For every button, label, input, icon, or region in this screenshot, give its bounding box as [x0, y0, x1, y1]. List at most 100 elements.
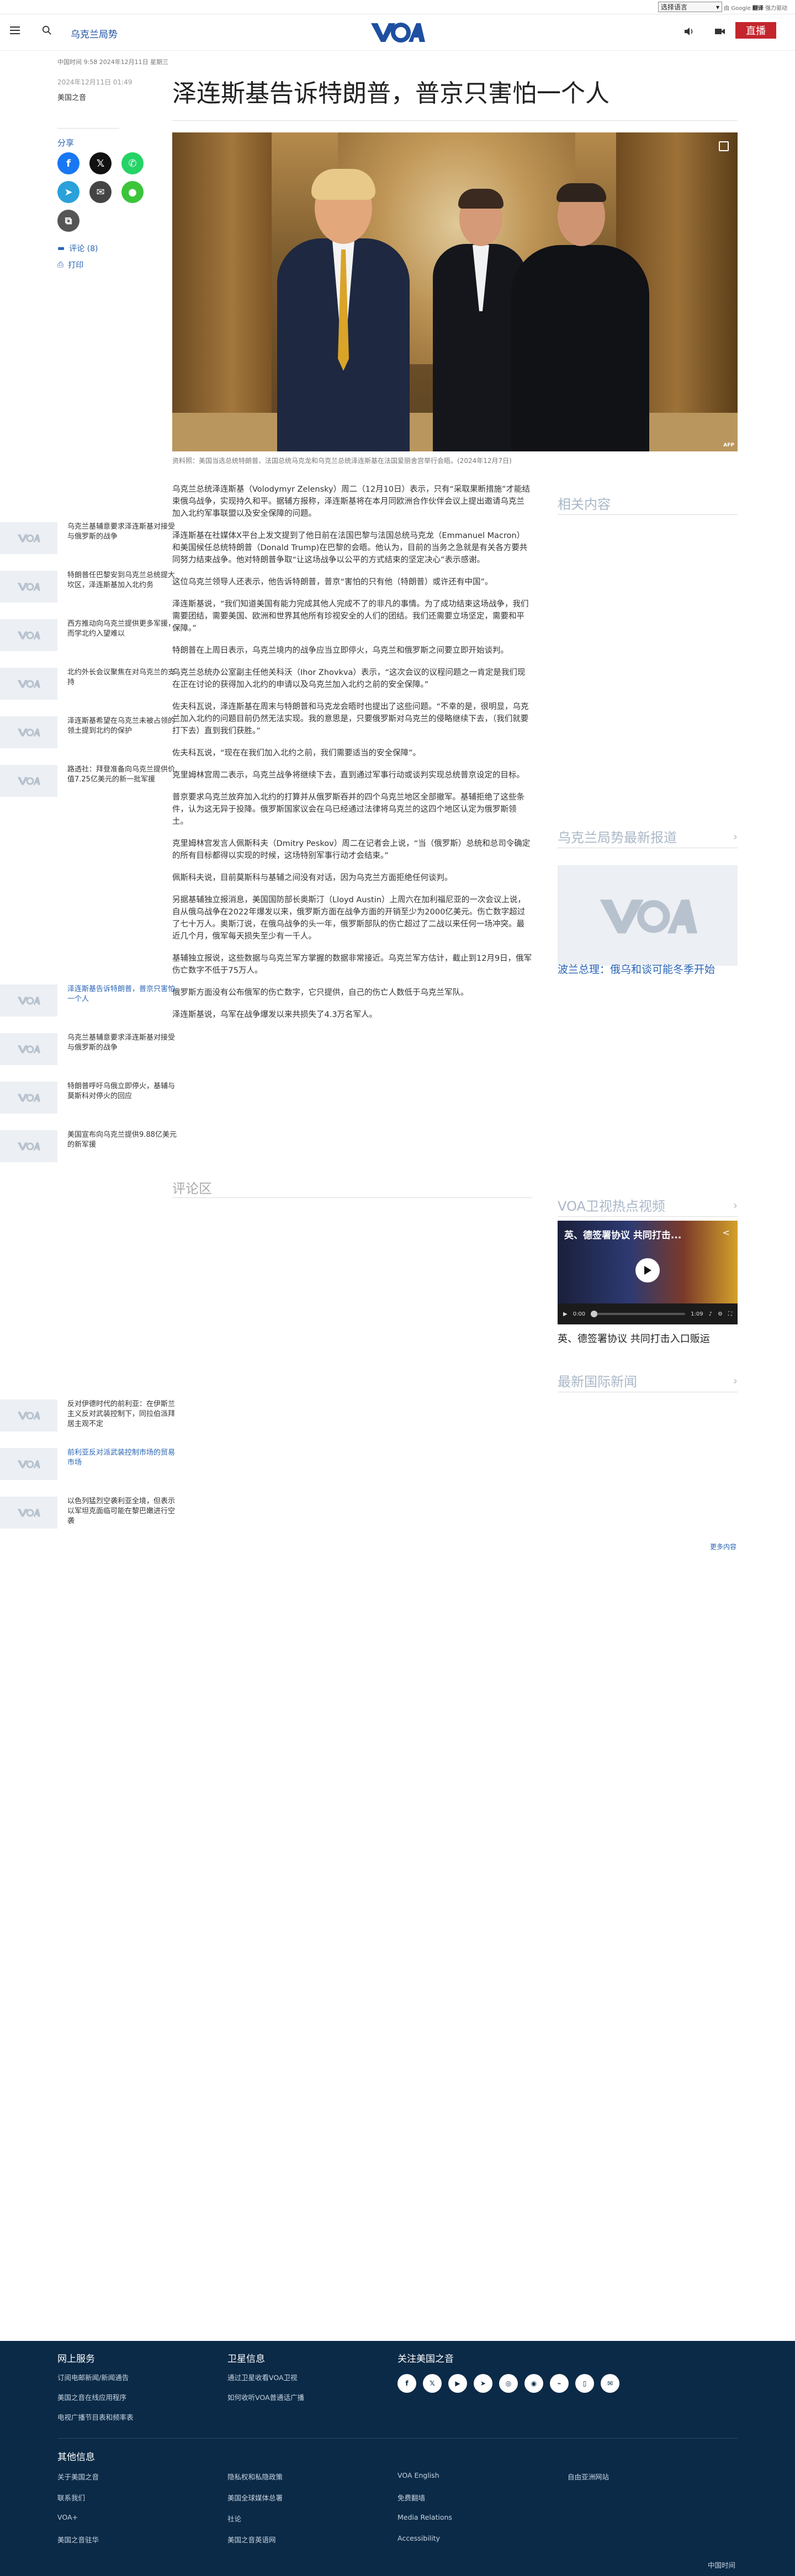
video-title[interactable]: 英、德签署协议 共同打击入口贩运 — [558, 1331, 738, 1345]
footer-link[interactable]: 如何收听VOA普通话广播 — [227, 2392, 304, 2402]
related-title: 相关内容 — [558, 497, 611, 512]
paragraph: 佐夫科瓦说，“现在在我们加入北约之前，我们需要适当的安全保障”。 — [172, 749, 421, 758]
line-share-icon[interactable]: ● — [121, 181, 144, 203]
paragraph: 乌克兰总统泽连斯基（Volodymyr Zelensky）周二（12月10日）表… — [172, 485, 531, 518]
footer-link[interactable]: Media Relations — [398, 2513, 452, 2521]
ukraine-item[interactable]: 乌克兰基辅意要求泽连斯基对接受与俄罗斯的战争 — [0, 1033, 180, 1065]
feature-thumb[interactable] — [558, 865, 738, 966]
footer-link[interactable]: 关于美国之音 — [57, 2471, 99, 2482]
print-icon: ⎙ — [57, 260, 64, 269]
expand-icon[interactable] — [719, 141, 729, 151]
footer-link[interactable]: VOA English — [398, 2471, 439, 2479]
fullscreen-icon[interactable]: ⛶ — [728, 1311, 732, 1317]
related-item[interactable]: 路透社：拜登准备向乌克兰提供价值7.25亿美元的新一批军援 — [0, 765, 180, 797]
copy-link-icon[interactable]: ⧉ — [57, 210, 80, 232]
instagram-icon[interactable]: ◎ — [499, 2374, 518, 2393]
telegram-share-icon[interactable]: ➤ — [57, 181, 80, 203]
footer-divider — [57, 2438, 738, 2439]
live-button[interactable]: 直播 — [735, 22, 776, 39]
paragraph: 佩斯科夫说，目前莫斯科与基辅之间没有对话，因为乌克兰方面拒绝任何谈判。 — [172, 874, 453, 882]
rail-divider — [558, 1216, 738, 1217]
mobile-icon[interactable]: ▯ — [575, 2374, 594, 2393]
footer-link[interactable]: 美国之音在线应用程序 — [57, 2392, 126, 2402]
ukraine-latest-title[interactable]: 乌克兰局势最新报道 › — [558, 827, 738, 846]
hero-image[interactable]: AFP — [172, 132, 738, 451]
paragraph: 泽连斯基说，“我们知道美国有能力完成其他人完成不了的非凡的事情。为了成功结束这场… — [172, 600, 529, 633]
footer-online-title: 网上服务 — [57, 2354, 95, 2365]
intl-item[interactable]: 反对伊德时代的前利亚：在伊斯兰主义反对武装控制下，同拉伯派拜居主观不定 — [0, 1399, 180, 1431]
rss-icon[interactable]: ⌁ — [550, 2374, 569, 2393]
facebook-share-icon[interactable]: f — [57, 152, 80, 174]
footer-link[interactable]: 通过卫星收看VOA卫视 — [227, 2372, 298, 2382]
footer-link[interactable]: 电视广播节目表和频率表 — [57, 2412, 134, 2422]
play-small-icon[interactable]: ▶ — [563, 1311, 568, 1317]
footer-link[interactable]: 订阅电邮新闻/新闻通告 — [57, 2372, 129, 2382]
x-icon[interactable]: 𝕏 — [423, 2374, 442, 2393]
curtain-left — [172, 132, 272, 451]
intl-item[interactable]: 前利亚反对派武装控制市场的贸易市场 — [0, 1448, 180, 1480]
paragraph: 俄罗斯方面没有公布俄军的伤亡数字，它只提供，自己的伤亡人数低于乌克兰军队。 — [172, 988, 469, 997]
translate-bar: 选择语言 ▾ 由 Google 翻译 强力驱动 — [0, 0, 795, 14]
footer-link[interactable]: 免费翻墙 — [398, 2492, 425, 2503]
chevron-right-icon: › — [733, 1374, 738, 1387]
footer-link[interactable]: 隐私权和私隐政策 — [227, 2471, 283, 2482]
video-section-title[interactable]: VOA卫视热点视频 › — [558, 1195, 738, 1215]
related-item[interactable]: 泽连斯基希望在乌克兰未被占领的领土提到北约的保护 — [0, 716, 180, 748]
share-label: 分享 — [57, 138, 75, 148]
video-player[interactable]: 英、德签署协议 共同打击... < ▶ 0:00 1:09 ♪ ⚙ ⛶ — [558, 1221, 738, 1324]
footer-link[interactable]: Accessibility — [398, 2534, 440, 2542]
footer-link[interactable]: 美国全球媒体总署 — [227, 2492, 283, 2503]
footer-follow-title: 关注美国之音 — [398, 2354, 454, 2365]
language-select[interactable]: 选择语言 ▾ — [658, 2, 722, 12]
more-link[interactable]: 更多内容 — [710, 1542, 736, 1551]
author-label[interactable]: 美国之音 — [57, 92, 86, 102]
video-progress[interactable] — [591, 1311, 686, 1317]
comment-link[interactable]: ▬ 评论 (8) — [57, 243, 98, 254]
footer-link[interactable]: VOA+ — [57, 2513, 78, 2521]
chevron-right-icon: › — [733, 829, 738, 843]
voa-thumb-icon — [0, 1033, 57, 1065]
x-share-icon[interactable]: 𝕏 — [89, 152, 112, 174]
related-item[interactable]: 特朗普任巴黎安到乌克兰总统提大坎区，泽连斯基加入北约务 — [0, 571, 180, 603]
footer-link[interactable]: 自由亚洲网站 — [568, 2471, 609, 2482]
intl-item[interactable]: 以色列猛烈空袭利亚全境，但表示以军坦克面临可能在黎巴嫩进行空袭 — [0, 1497, 180, 1529]
ukraine-item[interactable]: 美国宣布向乌克兰提供9.88亿美元的新军援 — [0, 1130, 180, 1162]
paragraph: 基辅独立报说，这些数据与乌克兰军方掌握的数据非常接近。乌克兰军方估计，截止到12… — [172, 954, 532, 975]
whatsapp-share-icon[interactable]: ✆ — [121, 152, 144, 174]
footer-link[interactable]: 美国之音驻华 — [57, 2534, 99, 2545]
ukraine-item[interactable]: 泽连斯基告诉特朗普，普京只害怕一个人 — [0, 984, 180, 1016]
voa-logo[interactable] — [370, 21, 425, 43]
intl-news-title[interactable]: 最新国际新闻 › — [558, 1371, 738, 1390]
play-icon[interactable] — [635, 1258, 660, 1282]
search-icon[interactable] — [42, 25, 52, 35]
section-link[interactable]: 乌克兰局势 — [71, 26, 118, 40]
paragraph: 泽连斯基在社媒体X平台上发文提到了他日前在法国巴黎与法国总统马克龙（Emmanu… — [172, 531, 528, 565]
youtube-icon[interactable]: ▶ — [448, 2374, 467, 2393]
video-icon[interactable] — [714, 27, 725, 36]
audio-icon[interactable] — [683, 27, 695, 36]
facebook-icon[interactable]: f — [398, 2374, 416, 2393]
paragraph: 这位乌克兰领导人还表示，他告诉特朗普，普京“害怕的只有他（特朗普）或许还有中国”… — [172, 578, 493, 587]
menu-icon[interactable] — [10, 26, 20, 34]
footer-link[interactable]: 联系我们 — [57, 2492, 85, 2503]
related-item[interactable]: 北约外长会议聚焦在对乌克兰的支持 — [0, 668, 180, 700]
voa-thumb-icon — [0, 619, 57, 651]
voa-thumb-icon — [0, 984, 57, 1016]
settings-icon[interactable]: ⚙ — [718, 1311, 723, 1317]
volume-icon[interactable]: ♪ — [709, 1311, 712, 1317]
feature-title[interactable]: 波兰总理：俄乌和谈可能冬季开始 — [558, 961, 738, 976]
email-icon[interactable]: ✉ — [601, 2374, 619, 2393]
footer-link[interactable]: 美国之音英语网 — [227, 2534, 276, 2545]
footer-link[interactable]: 社论 — [227, 2513, 241, 2524]
related-item[interactable]: 西方推动向乌克兰提供更多军援，而学北约入望难以 — [0, 619, 180, 651]
site-footer: 网上服务 订阅电邮新闻/新闻通告 美国之音在线应用程序 电视广播节目表和频率表 … — [0, 2341, 795, 2576]
podcast-icon[interactable]: ◉ — [524, 2374, 543, 2393]
video-time-current: 0:00 — [573, 1311, 586, 1317]
related-item[interactable]: 乌克兰基辅意要求泽连斯基对接受与俄罗斯的战争 — [0, 522, 180, 554]
ukraine-item[interactable]: 特朗普呼吁乌俄立即停火，基辅与莫斯科对停火的回应 — [0, 1082, 180, 1114]
print-link[interactable]: ⎙ 打印 — [57, 259, 83, 270]
email-share-icon[interactable]: ✉ — [89, 181, 112, 203]
telegram-icon[interactable]: ➤ — [474, 2374, 492, 2393]
voa-thumb-icon — [0, 1082, 57, 1114]
share-icon[interactable]: < — [723, 1227, 730, 1238]
